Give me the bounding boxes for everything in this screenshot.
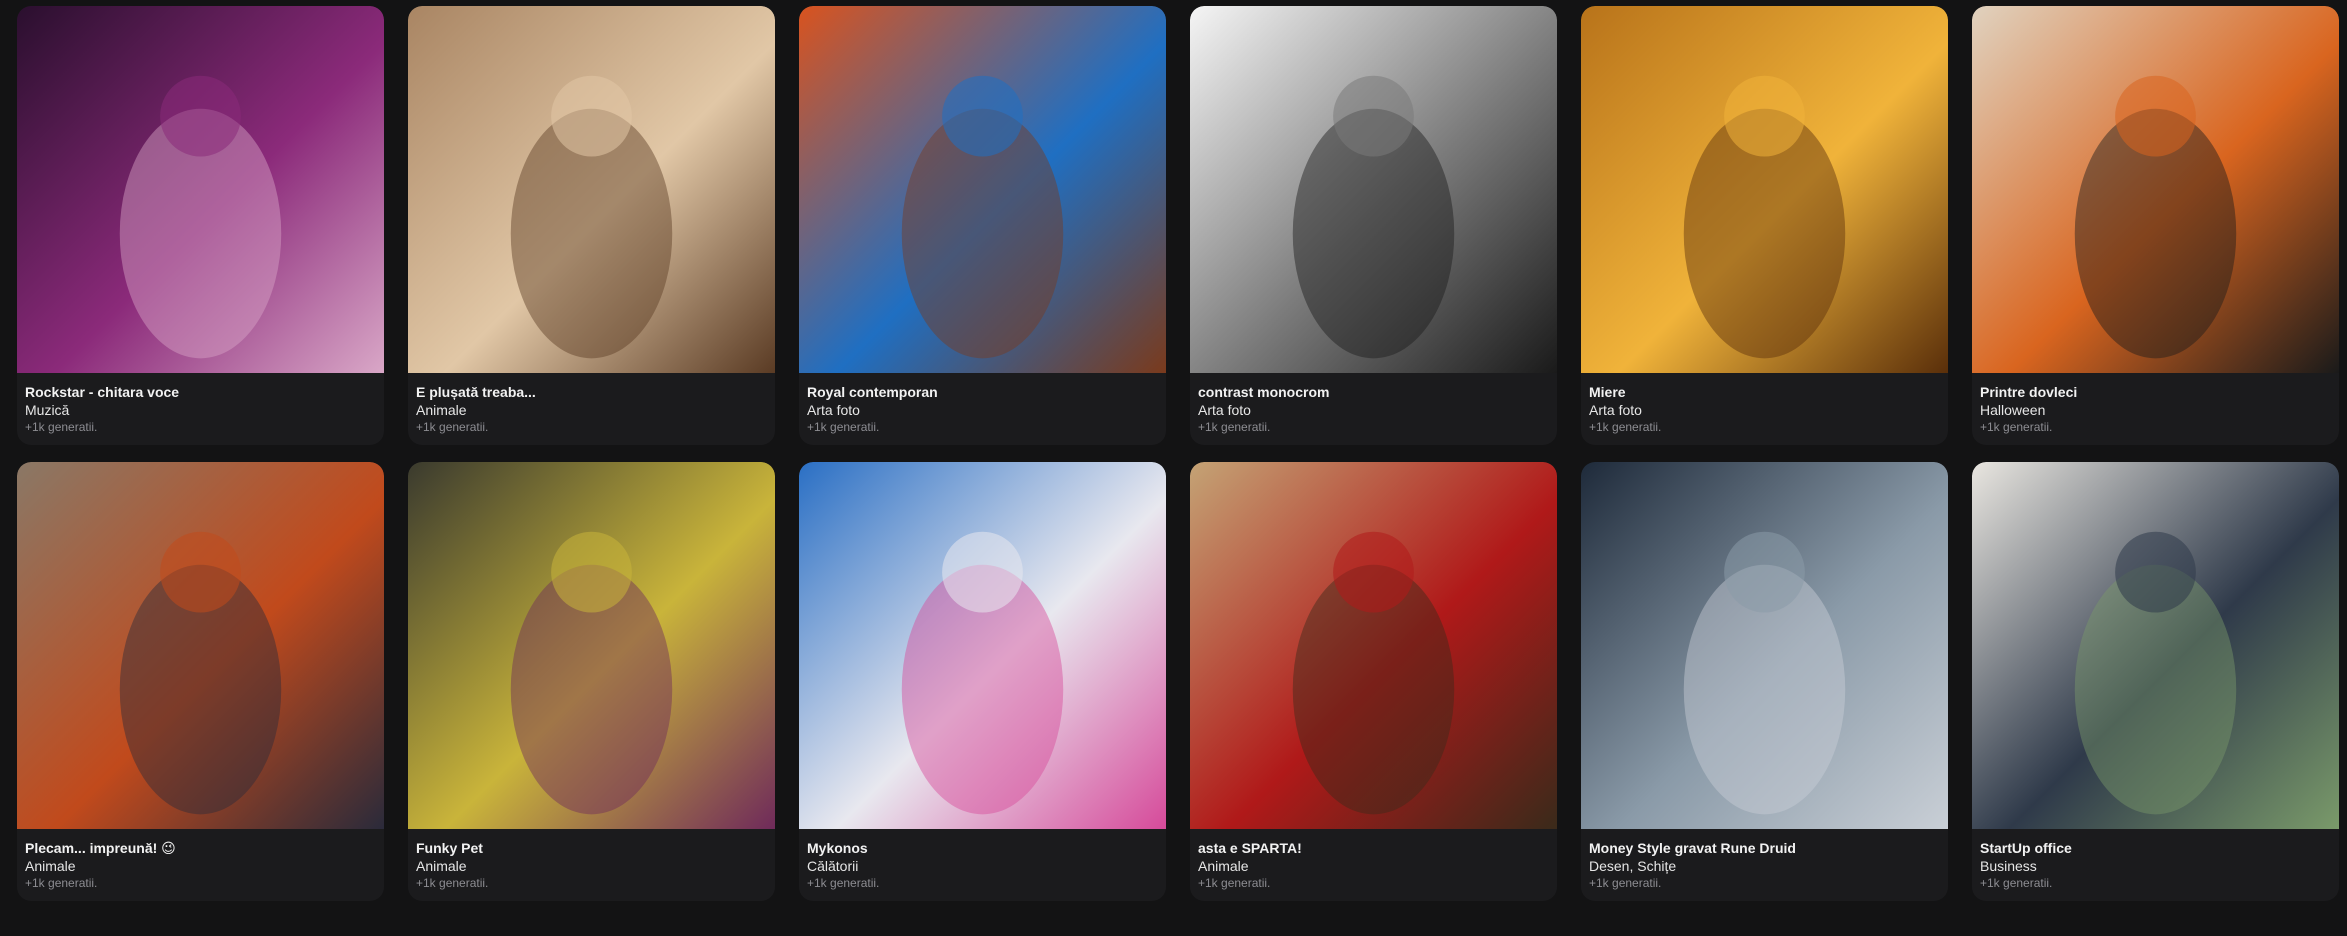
card-image-witch-pumpkins[interactable] bbox=[1972, 6, 2339, 373]
card-meta: Funky Pet Animale +1k generatii. bbox=[408, 829, 775, 892]
card-image-plush-puppies[interactable] bbox=[408, 6, 775, 373]
card-generation-count: +1k generatii. bbox=[807, 876, 880, 890]
card-category: Desen, Schițe bbox=[1589, 858, 1677, 874]
card-meta: asta e SPARTA! Animale +1k generatii. bbox=[1190, 829, 1557, 892]
card-category: Animale bbox=[416, 858, 467, 874]
card-meta: Royal contemporan Arta foto +1k generatii. bbox=[799, 373, 1166, 436]
card-title: asta e SPARTA! bbox=[1198, 840, 1302, 856]
template-card[interactable]: Mykonos Călătorii +1k generatii. bbox=[799, 462, 1166, 901]
card-title: Money Style gravat Rune Druid bbox=[1589, 840, 1796, 856]
card-meta: Rockstar - chitara voce Muzică +1k generat… bbox=[17, 373, 384, 436]
card-category: Arta foto bbox=[807, 402, 860, 418]
card-meta: E plușată treaba... Animale +1k generatii. bbox=[408, 373, 775, 436]
template-card[interactable]: Royal contemporan Arta foto +1k generatii. bbox=[799, 6, 1166, 445]
card-title: Royal contemporan bbox=[807, 384, 938, 400]
card-image-mykonos-photographer[interactable] bbox=[799, 462, 1166, 829]
card-generation-count: +1k generatii. bbox=[1589, 876, 1662, 890]
card-title: Plecam... impreună! 😉 bbox=[25, 840, 176, 856]
card-meta: StartUp office Business +1k generatii. bbox=[1972, 829, 2339, 892]
card-grid: Rockstar - chitara voce Muzică +1k generat… bbox=[17, 6, 2339, 901]
card-title: Funky Pet bbox=[416, 840, 483, 856]
card-image-honey-face[interactable] bbox=[1581, 6, 1948, 373]
card-title: contrast monocrom bbox=[1198, 384, 1330, 400]
card-image-rockstar-concert[interactable] bbox=[17, 6, 384, 373]
card-title: Rockstar - chitara voce bbox=[25, 384, 180, 400]
card-image-spartan-dalmatian[interactable] bbox=[1190, 462, 1557, 829]
template-card[interactable]: Miere Arta foto +1k generatii. bbox=[1581, 6, 1948, 445]
card-image-woman-floral-dress[interactable] bbox=[799, 6, 1166, 373]
card-category: Business bbox=[1980, 858, 2037, 874]
card-generation-count: +1k generatii. bbox=[416, 420, 489, 434]
card-generation-count: +1k generatii. bbox=[1980, 876, 2053, 890]
card-meta: Mykonos Călătorii +1k generatii. bbox=[799, 829, 1166, 892]
card-image-monochrome-portrait[interactable] bbox=[1190, 6, 1557, 373]
card-title: StartUp office bbox=[1980, 840, 2072, 856]
card-meta: Printre dovleci Halloween +1k generatii. bbox=[1972, 373, 2339, 436]
card-generation-count: +1k generatii. bbox=[1589, 420, 1662, 434]
card-meta: Money Style gravat Rune Druid Desen, Schi… bbox=[1581, 829, 1948, 892]
card-generation-count: +1k generatii. bbox=[807, 420, 880, 434]
card-title: Miere bbox=[1589, 384, 1626, 400]
card-category: Călătorii bbox=[807, 858, 859, 874]
template-card[interactable]: Plecam... impreună! 😉 Animale +1k generati… bbox=[17, 462, 384, 901]
card-generation-count: +1k generatii. bbox=[25, 420, 98, 434]
card-category: Halloween bbox=[1980, 402, 2046, 418]
template-card[interactable]: StartUp office Business +1k generatii. bbox=[1972, 462, 2339, 901]
template-card[interactable]: Rockstar - chitara voce Muzică +1k generat… bbox=[17, 6, 384, 445]
template-card[interactable]: Funky Pet Animale +1k generatii. bbox=[408, 462, 775, 901]
template-card[interactable]: asta e SPARTA! Animale +1k generatii. bbox=[1190, 462, 1557, 901]
card-meta: Miere Arta foto +1k generatii. bbox=[1581, 373, 1948, 436]
card-category: Arta foto bbox=[1589, 402, 1642, 418]
card-generation-count: +1k generatii. bbox=[25, 876, 98, 890]
card-generation-count: +1k generatii. bbox=[1980, 420, 2053, 434]
card-title: Mykonos bbox=[807, 840, 868, 856]
card-category: Animale bbox=[25, 858, 76, 874]
card-title: Printre dovleci bbox=[1980, 384, 2078, 400]
card-meta: Plecam... impreună! 😉 Animale +1k generati… bbox=[17, 829, 384, 892]
card-image-dog-sunglasses-alley[interactable] bbox=[408, 462, 775, 829]
card-title: E plușată treaba... bbox=[416, 384, 536, 400]
template-card[interactable]: contrast monocrom Arta foto +1k generatii. bbox=[1190, 6, 1557, 445]
card-category: Animale bbox=[1198, 858, 1249, 874]
card-category: Arta foto bbox=[1198, 402, 1251, 418]
card-generation-count: +1k generatii. bbox=[1198, 420, 1271, 434]
card-image-traveler-with-dog[interactable] bbox=[17, 462, 384, 829]
card-image-office-woman[interactable] bbox=[1972, 462, 2339, 829]
card-category: Animale bbox=[416, 402, 467, 418]
card-generation-count: +1k generatii. bbox=[416, 876, 489, 890]
card-image-engraved-druid[interactable] bbox=[1581, 462, 1948, 829]
template-card[interactable]: Money Style gravat Rune Druid Desen, Schi… bbox=[1581, 462, 1948, 901]
card-meta: contrast monocrom Arta foto +1k generatii. bbox=[1190, 373, 1557, 436]
card-generation-count: +1k generatii. bbox=[1198, 876, 1271, 890]
card-category: Muzică bbox=[25, 402, 70, 418]
template-card[interactable]: E plușată treaba... Animale +1k generatii. bbox=[408, 6, 775, 445]
template-card[interactable]: Printre dovleci Halloween +1k generatii. bbox=[1972, 6, 2339, 445]
